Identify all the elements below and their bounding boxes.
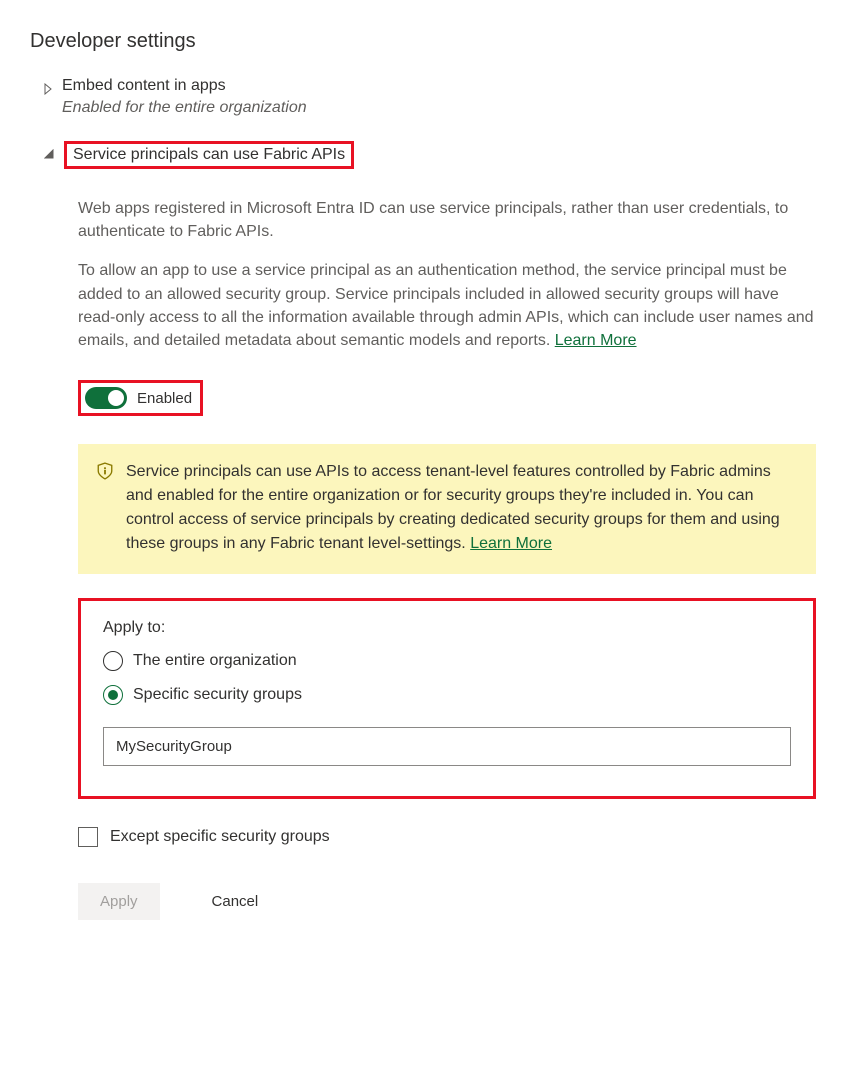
cancel-button[interactable]: Cancel xyxy=(190,883,281,920)
button-row: Apply Cancel xyxy=(78,883,816,920)
setting-title-embed: Embed content in apps xyxy=(62,77,307,95)
apply-to-section: Apply to: The entire organization Specif… xyxy=(89,609,805,788)
security-group-input[interactable] xyxy=(103,727,791,766)
section-title: Developer settings xyxy=(30,30,816,53)
learn-more-link-2[interactable]: Learn More xyxy=(470,535,552,552)
toggle-knob xyxy=(108,390,124,406)
info-banner-body: Service principals can use APIs to acces… xyxy=(126,463,780,552)
description-1: Web apps registered in Microsoft Entra I… xyxy=(78,197,816,243)
apply-to-label: Apply to: xyxy=(103,619,791,637)
highlight-toggle: Enabled xyxy=(78,380,203,416)
chevron-down-icon xyxy=(44,149,54,159)
setting-subtitle-embed: Enabled for the entire organization xyxy=(62,99,307,117)
description-2: To allow an app to use a service princip… xyxy=(78,259,816,352)
apply-button[interactable]: Apply xyxy=(78,883,160,920)
info-banner: Service principals can use APIs to acces… xyxy=(78,444,816,574)
radio-label-specific-groups: Specific security groups xyxy=(133,686,302,704)
setting-embed-content: Embed content in apps Enabled for the en… xyxy=(44,77,816,117)
setting-body-sp: Web apps registered in Microsoft Entra I… xyxy=(78,197,816,920)
highlight-title: Service principals can use Fabric APIs xyxy=(64,141,354,169)
description-2-text: To allow an app to use a service princip… xyxy=(78,262,814,349)
radio-dot xyxy=(108,690,118,700)
enabled-toggle[interactable] xyxy=(85,387,127,409)
setting-service-principals: Service principals can use Fabric APIs W… xyxy=(44,141,816,920)
toggle-label: Enabled xyxy=(137,390,192,407)
chevron-right-icon xyxy=(44,83,52,95)
highlight-apply-to: Apply to: The entire organization Specif… xyxy=(78,598,816,799)
setting-header-embed[interactable]: Embed content in apps Enabled for the en… xyxy=(44,77,816,117)
learn-more-link-1[interactable]: Learn More xyxy=(555,332,637,349)
except-checkbox-label: Except specific security groups xyxy=(110,828,330,846)
except-checkbox[interactable] xyxy=(78,827,98,847)
info-banner-text: Service principals can use APIs to acces… xyxy=(126,460,798,556)
radio-circle-entire-org xyxy=(103,651,123,671)
radio-entire-org[interactable]: The entire organization xyxy=(103,651,791,671)
setting-header-sp[interactable]: Service principals can use Fabric APIs xyxy=(44,141,816,169)
radio-label-entire-org: The entire organization xyxy=(133,652,297,670)
except-checkbox-row[interactable]: Except specific security groups xyxy=(78,827,816,847)
radio-specific-groups[interactable]: Specific security groups xyxy=(103,685,791,705)
radio-circle-specific-groups xyxy=(103,685,123,705)
setting-title-sp: Service principals can use Fabric APIs xyxy=(73,146,345,163)
shield-icon xyxy=(96,462,114,480)
